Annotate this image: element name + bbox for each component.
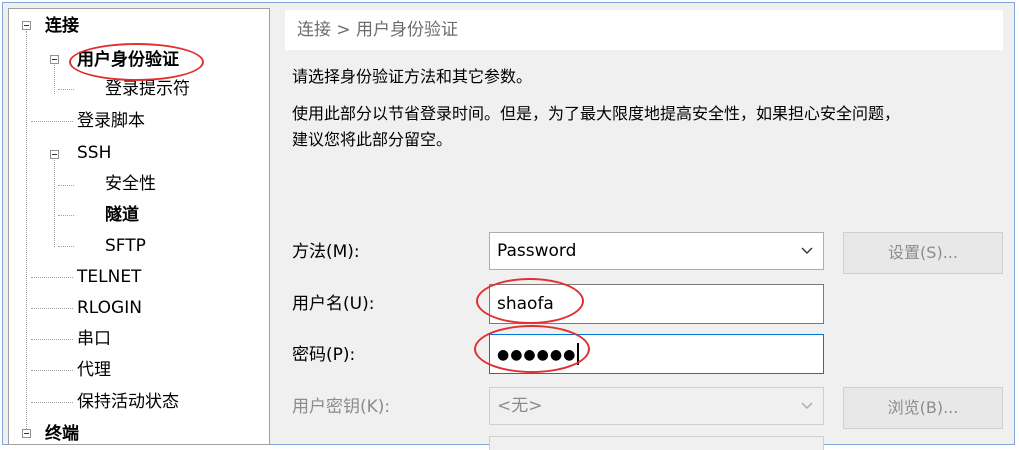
username-label: 用户名(U): <box>292 294 375 314</box>
password-value: ●●●●●● <box>497 347 577 363</box>
passphrase-input[interactable] <box>489 436 824 450</box>
password-input[interactable]: ●●●●●● <box>489 334 824 374</box>
tree-item-ssh[interactable]: SSH <box>77 141 111 165</box>
category-tree[interactable]: 连接 用户身份验证 登录提示符 登录脚本 SSH 安全性 隧道 SFTP TEL… <box>8 8 270 445</box>
collapse-icon[interactable] <box>50 150 59 159</box>
collapse-icon[interactable] <box>50 55 59 64</box>
collapse-icon[interactable] <box>22 21 31 30</box>
tree-item-rlogin[interactable]: RLOGIN <box>77 296 142 320</box>
tree-item-proxy[interactable]: 代理 <box>77 358 111 382</box>
tree-item-login-script[interactable]: 登录脚本 <box>77 109 145 133</box>
userkey-label: 用户密钥(K): <box>292 397 391 417</box>
method-select[interactable]: Password <box>489 232 824 270</box>
tree-item-serial[interactable]: 串口 <box>77 327 111 351</box>
tree-item-login-prompt[interactable]: 登录提示符 <box>105 77 190 101</box>
tree-item-keepalive[interactable]: 保持活动状态 <box>77 390 179 414</box>
method-value: Password <box>497 241 577 261</box>
userkey-select[interactable]: <无> <box>489 387 824 425</box>
tree-item-security[interactable]: 安全性 <box>105 172 156 196</box>
description-line-3: 建议您将此部分留空。 <box>292 130 453 149</box>
tree-item-sftp[interactable]: SFTP <box>105 234 146 258</box>
tree-item-user-auth[interactable]: 用户身份验证 <box>77 48 179 72</box>
settings-button[interactable]: 设置(S)... <box>843 232 1003 274</box>
description-line-1: 请选择身份验证方法和其它参数。 <box>292 67 533 86</box>
collapse-icon[interactable] <box>22 429 31 438</box>
browse-button[interactable]: 浏览(B)... <box>843 387 1003 429</box>
tree-item-connection[interactable]: 连接 <box>45 14 79 38</box>
username-input[interactable]: shaofa <box>489 284 824 324</box>
chevron-down-icon <box>801 247 813 254</box>
text-caret <box>577 343 580 365</box>
tree-item-terminal[interactable]: 终端 <box>45 422 79 444</box>
breadcrumb: 连接 > 用户身份验证 <box>285 10 1003 50</box>
method-label: 方法(M): <box>292 242 360 262</box>
chevron-down-icon <box>801 402 813 409</box>
username-value: shaofa <box>497 294 554 314</box>
description-line-2: 使用此部分以节省登录时间。但是，为了最大限度地提高安全性，如果担心安全问题， <box>292 104 901 123</box>
tree-item-telnet[interactable]: TELNET <box>77 265 141 289</box>
userkey-value: <无> <box>497 396 543 416</box>
password-label: 密码(P): <box>292 345 356 365</box>
tree-item-tunnel[interactable]: 隧道 <box>105 203 139 227</box>
